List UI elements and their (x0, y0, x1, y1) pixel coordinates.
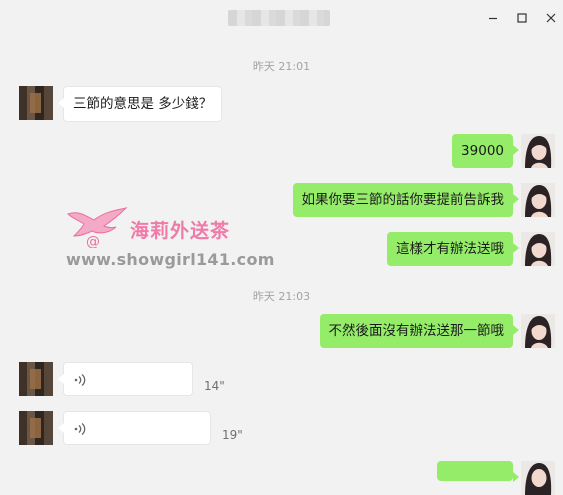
contact-avatar[interactable] (19, 362, 53, 396)
message-bubble-outgoing-partial[interactable] (437, 461, 519, 482)
contact-avatar[interactable] (19, 411, 53, 445)
close-button[interactable] (542, 9, 560, 27)
message-timestamp: 昨天 21:03 (252, 290, 311, 303)
user-avatar-image (521, 461, 555, 495)
message-bubble-incoming[interactable]: 三節的意思是 多少錢？ (57, 86, 223, 122)
user-avatar[interactable] (521, 232, 555, 266)
message-bubble-outgoing[interactable]: 不然後面沒有辦法送那一節哦 (319, 314, 519, 348)
chat-title: ████████ (228, 10, 330, 26)
maximize-icon (517, 13, 527, 23)
user-avatar-image (521, 314, 555, 348)
watermark-url: www.showgirl141.com (66, 250, 275, 269)
message-bubble-outgoing[interactable]: 這樣才有辦法送哦 (387, 232, 519, 266)
user-avatar-image (521, 232, 555, 266)
voice-message[interactable] (58, 362, 193, 396)
user-avatar-image (521, 134, 555, 168)
minimize-button[interactable] (484, 9, 502, 27)
user-avatar[interactable] (521, 183, 555, 217)
contact-avatar[interactable] (19, 86, 53, 120)
maximize-button[interactable] (513, 9, 531, 27)
bird-logo-icon: @ (67, 207, 128, 248)
user-avatar[interactable] (521, 314, 555, 348)
message-bubble-outgoing[interactable]: 如果你要三節的話你要提前告訴我 (292, 183, 519, 217)
watermark-brand: 海莉外送茶 (130, 220, 231, 242)
voice-duration: 14" (204, 379, 225, 393)
message-timestamp: 昨天 21:01 (252, 60, 311, 73)
user-avatar-image (521, 183, 555, 217)
message-bubble-outgoing[interactable]: 39000 (452, 134, 519, 168)
user-avatar[interactable] (521, 134, 555, 168)
voice-wave-icon (73, 422, 87, 436)
user-avatar[interactable] (521, 461, 555, 495)
minimize-icon (489, 17, 497, 20)
voice-wave-icon (73, 373, 87, 387)
close-icon (546, 13, 556, 23)
title-bar: ████████ (0, 0, 563, 36)
voice-duration: 19" (222, 428, 243, 442)
svg-text:@: @ (86, 234, 100, 248)
watermark: @ 海莉外送茶 www.showgirl141.com (64, 206, 274, 276)
voice-message[interactable] (58, 411, 211, 445)
